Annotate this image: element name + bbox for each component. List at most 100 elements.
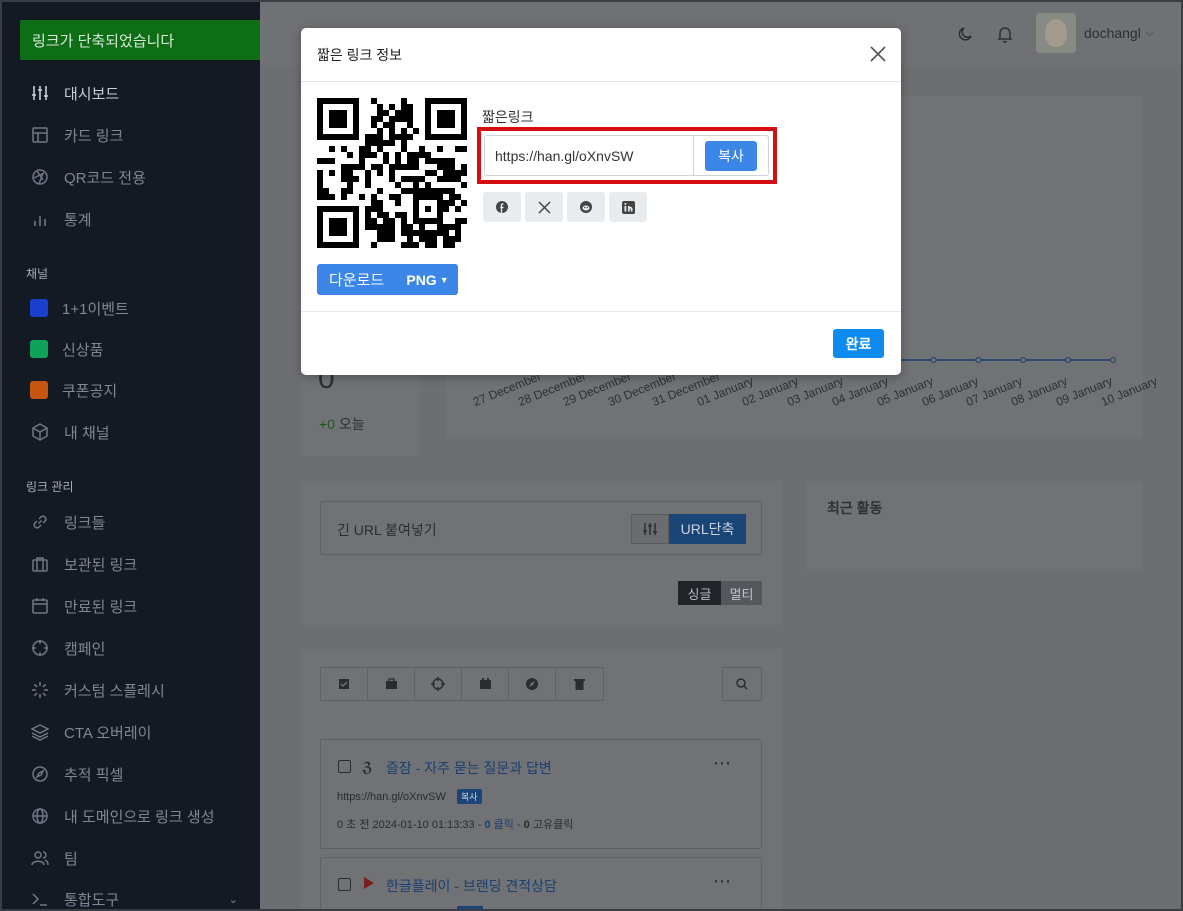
download-button[interactable]: 다운로드 PNG ▼ <box>317 264 458 295</box>
multi-toggle[interactable]: 멀티 <box>721 581 762 605</box>
short-url-field[interactable]: https://han.gl/oXnvSW <box>484 135 694 176</box>
clicks-count: 0 <box>484 819 491 831</box>
layout-icon <box>30 125 50 145</box>
sidebar-item-label: 내 도메인으로 링크 생성 <box>64 808 215 826</box>
linkedin-icon[interactable] <box>609 192 647 222</box>
sidebar-channel-1[interactable]: 1+1이벤트 <box>2 290 260 326</box>
sidebar: 대시보드 카드 링크 QR코드 전용 통계 채널 1+1이벤트 신상품 쿠폰공지… <box>2 2 260 909</box>
format-select[interactable]: PNG ▼ <box>397 264 458 295</box>
sidebar-item-pixel[interactable]: 추적 픽셀 <box>2 756 260 792</box>
sleep-icon: ℨ <box>362 759 373 775</box>
sidebar-item-dashboard[interactable]: 대시보드 <box>2 75 260 111</box>
users-icon <box>30 848 50 868</box>
user-menu[interactable]: dochangl ⌵ <box>1036 13 1153 53</box>
channel-label: 신상품 <box>62 341 104 359</box>
compass-icon[interactable] <box>509 668 556 700</box>
options-button[interactable] <box>631 514 669 544</box>
aperture-icon <box>30 167 50 187</box>
search-icon <box>736 678 748 690</box>
search-button[interactable] <box>722 667 762 701</box>
download-label: 다운로드 <box>329 272 385 289</box>
chevron-down-icon: ⌵ <box>1145 27 1154 39</box>
sidebar-item-archived[interactable]: 보관된 링크 <box>2 546 260 582</box>
close-icon[interactable] <box>869 45 887 63</box>
sidebar-item-label: 링크들 <box>64 514 106 532</box>
sidebar-item-label: 대시보드 <box>64 85 120 103</box>
bell-icon[interactable] <box>995 24 1015 44</box>
sidebar-item-cta[interactable]: CTA 오버레이 <box>2 714 260 750</box>
terminal-icon <box>30 889 50 909</box>
activity-title: 최근 활동 <box>827 500 883 516</box>
shorten-button[interactable]: URL단축 <box>669 514 746 544</box>
url-input-wrap: 긴 URL 붙여넣기 URL단축 <box>320 501 762 555</box>
qr-code <box>317 98 467 248</box>
sidebar-item-label: 보관된 링크 <box>64 556 138 574</box>
sidebar-item-qr[interactable]: QR코드 전용 <box>2 159 260 195</box>
sidebar-item-campaign[interactable]: 캠페인 <box>2 630 260 666</box>
list-item-title[interactable]: 즐잠 - 자주 묻는 질문과 답변 <box>386 758 552 778</box>
check-square-icon[interactable] <box>321 668 368 700</box>
modal-title: 짧은 링크 정보 <box>317 47 403 63</box>
sidebar-item-expired[interactable]: 만료된 링크 <box>2 588 260 624</box>
sidebar-channel-2[interactable]: 신상품 <box>2 331 260 367</box>
today-label: 오늘 <box>338 416 365 432</box>
unique-label: 고유클릭 <box>532 819 574 831</box>
copy-badge[interactable] <box>457 906 483 911</box>
sliders-icon <box>30 83 50 103</box>
list-item-title[interactable]: 한글플레이 - 브랜딩 견적상담 <box>386 876 557 896</box>
briefcase-icon[interactable] <box>368 668 415 700</box>
sidebar-item-splash[interactable]: 커스텀 스플레시 <box>2 672 260 708</box>
short-link-label: 짧은링크 <box>482 109 534 125</box>
username: dochangl <box>1084 25 1141 41</box>
sidebar-item-label: 내 채널 <box>64 424 110 442</box>
crosshair-icon[interactable] <box>415 668 462 700</box>
more-icon[interactable]: ⋯ <box>713 871 731 892</box>
modal-footer-divider <box>301 311 901 312</box>
x-icon[interactable] <box>525 192 563 222</box>
today-stat: +0 오늘 <box>319 414 365 434</box>
facebook-icon[interactable] <box>483 192 521 222</box>
sliders-icon <box>643 523 657 535</box>
list-item-checkbox[interactable] <box>338 760 351 773</box>
calendar-icon[interactable] <box>462 668 509 700</box>
sidebar-item-domain[interactable]: 내 도메인으로 링크 생성 <box>2 798 260 834</box>
calendar-icon <box>30 596 50 616</box>
list-item-url[interactable]: https://han.gl/oXnvSW <box>337 791 446 803</box>
sidebar-item-card-link[interactable]: 카드 링크 <box>2 117 260 153</box>
format-value: PNG <box>406 271 437 288</box>
sidebar-item-links[interactable]: 링크들 <box>2 504 260 540</box>
sidebar-my-channel[interactable]: 내 채널 <box>2 414 260 450</box>
sidebar-item-integrations[interactable]: 통합도구 ⌄ <box>2 881 260 911</box>
sidebar-item-label: 통합도구 <box>64 891 120 909</box>
shorten-card: 긴 URL 붙여넣기 URL단축 싱글 멀티 <box>300 481 782 625</box>
sidebar-item-label: 카드 링크 <box>64 127 124 145</box>
sidebar-item-label: 팀 <box>64 850 78 868</box>
copy-button[interactable]: 복사 <box>705 141 757 171</box>
today-delta: +0 <box>319 416 335 432</box>
channel-label: 쿠폰공지 <box>62 382 118 400</box>
reddit-icon[interactable] <box>567 192 605 222</box>
bar-chart-icon <box>30 209 50 229</box>
channel-label: 1+1이벤트 <box>62 300 129 318</box>
sidebar-item-label: QR코드 전용 <box>64 169 146 187</box>
loader-icon <box>30 680 50 700</box>
globe-icon <box>30 806 50 826</box>
sidebar-item-label: 추적 픽셀 <box>64 766 124 784</box>
activity-card: 최근 활동 <box>806 481 1143 571</box>
moon-icon[interactable] <box>956 24 976 44</box>
single-toggle[interactable]: 싱글 <box>678 581 721 605</box>
avatar <box>1036 13 1076 53</box>
done-button[interactable]: 완료 <box>833 329 884 358</box>
sidebar-section-channels: 채널 <box>26 267 49 281</box>
sidebar-item-team[interactable]: 팀 <box>2 840 260 876</box>
chevron-down-icon: ▼ <box>439 274 449 285</box>
unique-count: 0 <box>523 819 530 831</box>
copy-badge[interactable]: 복사 <box>457 789 482 804</box>
sidebar-item-stats[interactable]: 통계 <box>2 201 260 237</box>
more-icon[interactable]: ⋯ <box>713 753 731 774</box>
list-item-checkbox[interactable] <box>338 878 351 891</box>
modal-header: 짧은 링크 정보 <box>301 28 901 82</box>
long-url-input[interactable]: 긴 URL 붙여넣기 <box>337 520 437 540</box>
sidebar-channel-3[interactable]: 쿠폰공지 <box>2 372 260 408</box>
trash-icon[interactable] <box>556 668 603 700</box>
